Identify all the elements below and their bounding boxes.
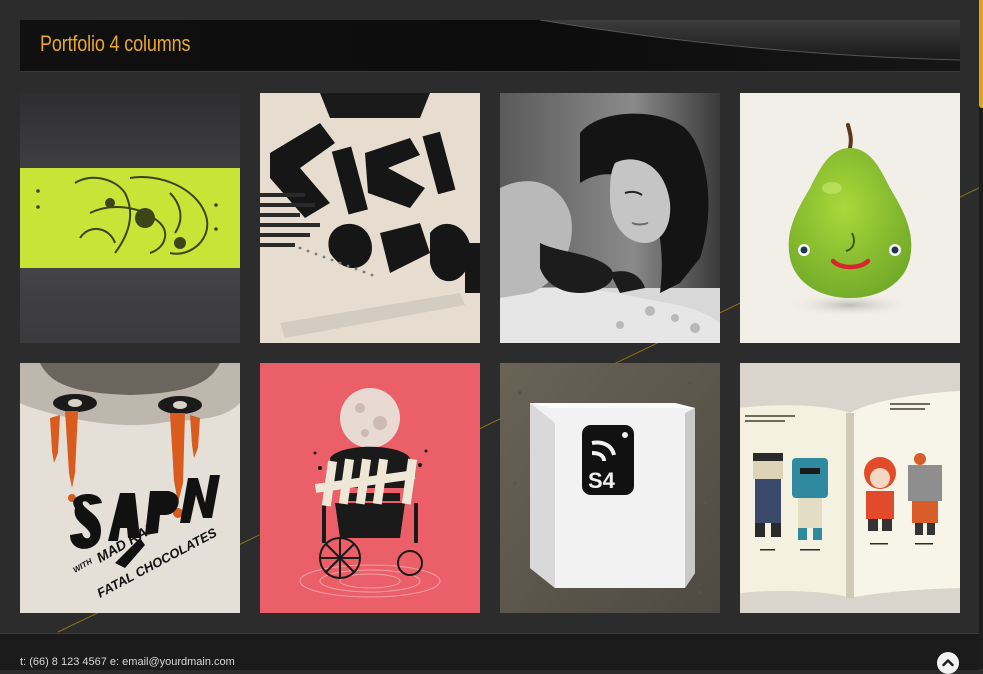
page-header: Portfolio 4 columns: [20, 20, 960, 72]
skateboard-artwork-image: [20, 93, 240, 343]
page-footer: t: (66) 8 123 4567 e: email@yourdmain.co…: [0, 633, 979, 674]
portfolio-item-pear-character[interactable]: [740, 93, 960, 343]
back-to-top-button[interactable]: [937, 652, 959, 674]
moon-wheelchair-poster-image: [260, 363, 480, 613]
typography-poster-image: [260, 93, 480, 343]
portfolio-item-moon-wheelchair-poster[interactable]: [260, 363, 480, 613]
portfolio-item-typography-poster[interactable]: [260, 93, 480, 343]
email-label: e:: [109, 656, 120, 668]
portfolio-item-woman-photo[interactable]: [500, 93, 720, 343]
phone-number: (66) 8 123 4567: [29, 656, 107, 668]
character-book-image: [740, 363, 960, 613]
phone-label: t:: [20, 656, 27, 668]
portfolio-grid: MAD RAD FATAL CHOCOLATES WITH S4: [20, 93, 960, 613]
portfolio-item-sapn-poster[interactable]: MAD RAD FATAL CHOCOLATES WITH: [20, 363, 240, 613]
scrollbar[interactable]: [979, 0, 983, 669]
portfolio-item-character-book[interactable]: [740, 363, 960, 613]
chevron-up-icon: [942, 659, 954, 667]
sapn-poster-image: MAD RAD FATAL CHOCOLATES WITH: [20, 363, 240, 613]
contact-info: t: (66) 8 123 4567 e: email@yourdmain.co…: [20, 656, 235, 668]
portfolio-item-skateboard[interactable]: [20, 93, 240, 343]
svg-text:S4: S4: [588, 468, 616, 493]
scrollbar-thumb[interactable]: [979, 0, 983, 108]
pear-character-image: [740, 93, 960, 343]
email-link[interactable]: email@yourdmain.com: [122, 656, 235, 668]
portfolio-item-s4-box-photo[interactable]: S4: [500, 363, 720, 613]
woman-photo-image: [500, 93, 720, 343]
page-title: Portfolio 4 columns: [40, 31, 191, 56]
s4-box-photo-image: S4: [500, 363, 720, 613]
